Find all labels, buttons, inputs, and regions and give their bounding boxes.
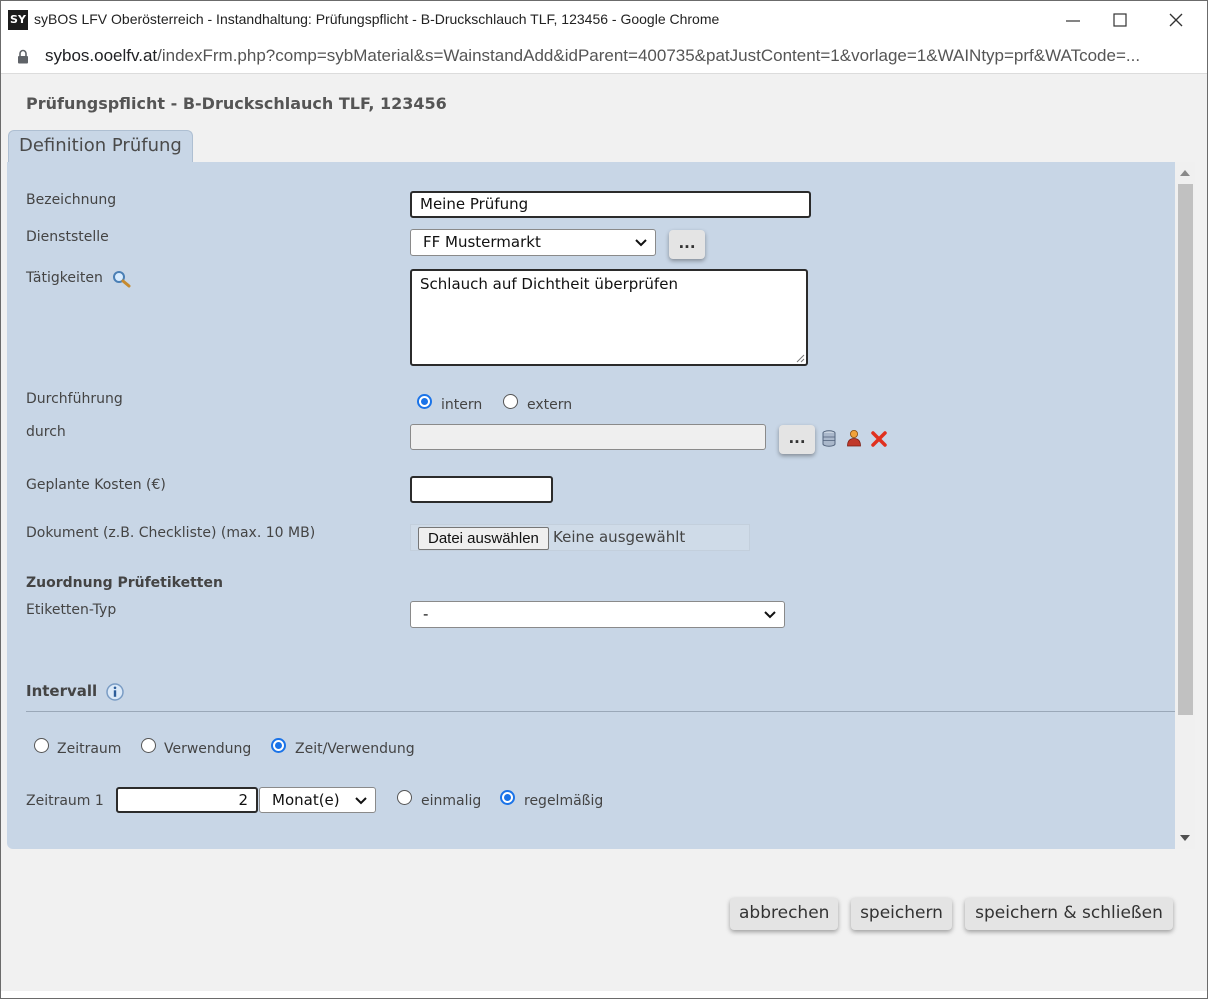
zeitraum1-label: Zeitraum 1 [26, 793, 104, 809]
scroll-down-arrow-icon[interactable] [1180, 835, 1190, 841]
scrollbar[interactable] [1175, 162, 1195, 849]
maximize-button[interactable] [1097, 3, 1143, 37]
etiketten-typ-select[interactable]: - [410, 601, 785, 628]
durchfuehrung-intern-radio[interactable] [417, 394, 432, 409]
info-icon[interactable] [105, 682, 125, 702]
close-icon [1169, 13, 1183, 27]
page-title: Prüfungspflicht - B-Druckschlauch TLF, 1… [26, 94, 447, 113]
minimize-icon [1066, 20, 1080, 22]
intervall-zeit-verwendung-label[interactable]: Zeit/Verwendung [295, 741, 415, 757]
save-and-close-button[interactable]: speichern & schließen [965, 898, 1173, 930]
delete-icon[interactable] [870, 430, 888, 448]
intervall-verwendung-radio[interactable] [141, 738, 156, 753]
tab-definition-pruefung[interactable]: Definition Prüfung [8, 130, 193, 163]
frequency-einmalig-radio[interactable] [397, 790, 412, 805]
maximize-icon [1113, 13, 1127, 27]
dienststelle-select[interactable]: FF Mustermarkt [410, 229, 656, 256]
frequency-regelmaessig-label[interactable]: regelmäßig [524, 793, 603, 809]
intervall-zeit-verwendung-radio[interactable] [271, 738, 286, 753]
search-icon[interactable] [112, 270, 132, 288]
chevron-down-icon [355, 797, 367, 805]
etiketten-typ-label: Etiketten-Typ [26, 602, 117, 618]
save-button[interactable]: speichern [851, 898, 952, 930]
scroll-up-arrow-icon[interactable] [1180, 170, 1190, 176]
dienststelle-value: FF Mustermarkt [423, 233, 541, 251]
durch-input[interactable] [410, 424, 766, 450]
intervall-divider [26, 711, 1175, 712]
window-title: syBOS LFV Oberösterreich - Instandhaltun… [34, 11, 720, 27]
zeitraum1-unit-select[interactable]: Monat(e) [259, 787, 376, 813]
scroll-thumb[interactable] [1178, 184, 1193, 715]
frequency-einmalig-label[interactable]: einmalig [421, 793, 481, 809]
choose-file-button[interactable]: Datei auswählen [418, 527, 549, 550]
intervall-verwendung-label[interactable]: Verwendung [164, 741, 251, 757]
durchfuehrung-label: Durchführung [26, 391, 123, 407]
app-logo-icon: SY [8, 10, 28, 30]
zeitraum1-unit-value: Monat(e) [272, 791, 340, 809]
intervall-zeitraum-radio[interactable] [34, 738, 49, 753]
durchfuehrung-extern-label[interactable]: extern [527, 397, 572, 413]
chevron-down-icon [635, 239, 647, 247]
etiketten-typ-value: - [423, 605, 429, 623]
taetigkeiten-label: Tätigkeiten [26, 270, 103, 286]
person-icon[interactable] [846, 429, 864, 447]
zuordnung-heading: Zuordnung Prüfetiketten [26, 575, 223, 591]
minimize-button[interactable] [1050, 3, 1096, 37]
window-bottom-edge [1, 991, 1207, 998]
resize-handle-icon[interactable] [795, 353, 805, 363]
cancel-button[interactable]: abbrechen [730, 898, 838, 930]
window-titlebar: SY syBOS LFV Oberösterreich - Instandhal… [1, 1, 1207, 38]
close-window-button[interactable] [1153, 3, 1199, 37]
dienststelle-label: Dienststelle [26, 229, 109, 245]
taetigkeiten-textarea[interactable]: Schlauch auf Dichtheit überprüfen [410, 269, 808, 366]
file-upload: Datei auswählen Keine ausgewählt [410, 524, 750, 551]
zeitraum1-input[interactable]: 2 [116, 787, 258, 813]
lock-icon [18, 49, 28, 64]
durch-more-button[interactable]: ... [779, 425, 815, 454]
url-text[interactable]: sybos.ooelfv.at/indexFrm.php?comp=sybMat… [45, 46, 1140, 66]
intervall-heading: Intervall [26, 682, 98, 700]
kosten-input[interactable] [410, 476, 553, 503]
durchfuehrung-extern-radio[interactable] [503, 394, 518, 409]
bezeichnung-input[interactable]: Meine Prüfung [410, 191, 811, 218]
database-icon[interactable] [821, 430, 839, 448]
file-status: Keine ausgewählt [553, 528, 686, 546]
taetigkeiten-text: Schlauch auf Dichtheit überprüfen [420, 275, 678, 293]
bezeichnung-label: Bezeichnung [26, 192, 117, 208]
chevron-down-icon [764, 611, 776, 619]
kosten-label: Geplante Kosten (€) [26, 477, 166, 493]
dokument-label: Dokument (z.B. Checkliste) (max. 10 MB) [26, 525, 316, 541]
address-bar[interactable]: sybos.ooelfv.at/indexFrm.php?comp=sybMat… [1, 38, 1207, 74]
dienststelle-more-button[interactable]: ... [669, 230, 705, 259]
frequency-regelmaessig-radio[interactable] [500, 790, 515, 805]
durchfuehrung-intern-label[interactable]: intern [441, 397, 482, 413]
durch-label: durch [26, 424, 66, 440]
intervall-zeitraum-label[interactable]: Zeitraum [57, 741, 121, 757]
